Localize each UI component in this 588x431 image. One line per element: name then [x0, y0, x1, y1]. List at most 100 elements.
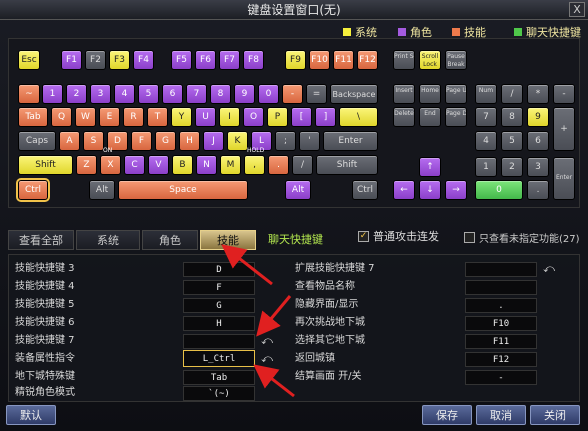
reset-icon[interactable]: ⤺ — [543, 263, 555, 275]
key-left-shift[interactable]: Shift — [18, 155, 73, 175]
key-left-alt[interactable]: Alt — [89, 180, 115, 200]
left-row-value[interactable]: G — [183, 298, 255, 313]
key-space[interactable]: Space — [118, 180, 248, 200]
key-num-plus[interactable]: + — [553, 107, 575, 151]
key-num-8[interactable]: 8 — [501, 107, 523, 127]
key-k[interactable]: K — [227, 131, 248, 151]
reset-icon[interactable]: ⤺ — [261, 335, 273, 347]
cancel-button[interactable]: 取消 — [476, 405, 526, 425]
key-period[interactable]: . — [268, 155, 289, 175]
key-backslash[interactable]: \ — [339, 107, 378, 127]
key-left-bracket[interactable]: [ — [291, 107, 312, 127]
default-button[interactable]: 默认 — [6, 405, 56, 425]
key-b[interactable]: B — [172, 155, 193, 175]
reset-icon[interactable]: ⤺ — [261, 353, 273, 365]
key-left-ctrl[interactable]: Ctrl — [16, 178, 50, 202]
key-right-ctrl[interactable]: Ctrl — [352, 180, 378, 200]
right-row-value[interactable]: . — [465, 298, 537, 313]
key-4[interactable]: 4 — [114, 84, 135, 104]
key-num-enter[interactable]: Enter — [553, 157, 575, 200]
key-num-2[interactable]: 2 — [501, 157, 523, 177]
key-f10[interactable]: F10 — [309, 50, 330, 70]
tab-all[interactable]: 查看全部 — [8, 230, 74, 250]
key-f12[interactable]: F12 — [357, 50, 378, 70]
key-1[interactable]: 1 — [42, 84, 63, 104]
key-f7[interactable]: F7 — [219, 50, 240, 70]
key-num-9[interactable]: 9 — [527, 107, 549, 127]
left-row-value[interactable]: H — [183, 316, 255, 331]
key-6[interactable]: 6 — [162, 84, 183, 104]
key-tab[interactable]: Tab — [18, 107, 48, 127]
save-button[interactable]: 保存 — [422, 405, 472, 425]
key-arrow-right[interactable]: → — [445, 180, 467, 200]
key-home[interactable]: Home — [419, 84, 441, 104]
key-print-screen[interactable]: Print Screen — [393, 50, 415, 70]
key-right-alt[interactable]: Alt — [285, 180, 311, 200]
key-u[interactable]: U — [195, 107, 216, 127]
unassigned-checkbox[interactable] — [464, 232, 475, 243]
key-num-3[interactable]: 3 — [527, 157, 549, 177]
key-t[interactable]: T — [147, 107, 168, 127]
left-row-value-selected[interactable]: L_Ctrl — [183, 350, 255, 367]
key-c[interactable]: C — [124, 155, 145, 175]
key-2[interactable]: 2 — [66, 84, 87, 104]
right-row-value[interactable]: - — [465, 370, 537, 385]
key-v[interactable]: V — [148, 155, 169, 175]
key-g[interactable]: G — [155, 131, 176, 151]
key-p[interactable]: P — [267, 107, 288, 127]
key-arrow-down[interactable]: ↓ — [419, 180, 441, 200]
key-quote[interactable]: ' — [299, 131, 320, 151]
key-slash[interactable]: / — [292, 155, 313, 175]
key-num-multiply[interactable]: * — [527, 84, 549, 104]
left-row-value[interactable]: F — [183, 280, 255, 295]
unassigned-only-option[interactable]: 只查看未指定功能(27) — [464, 230, 580, 245]
key-e[interactable]: E — [99, 107, 120, 127]
key-semicolon[interactable]: ; — [275, 131, 296, 151]
key-m[interactable]: M — [220, 155, 241, 175]
key-num-4[interactable]: 4 — [475, 131, 497, 151]
key-f4[interactable]: F4 — [133, 50, 154, 70]
close-button[interactable]: 关闭 — [530, 405, 580, 425]
key-f8[interactable]: F8 — [243, 50, 264, 70]
key-num-0[interactable]: 0 — [475, 180, 523, 200]
key-num-5[interactable]: 5 — [501, 131, 523, 151]
key-h[interactable]: H — [179, 131, 200, 151]
key-f11[interactable]: F11 — [333, 50, 354, 70]
key-y[interactable]: Y — [171, 107, 192, 127]
key-i[interactable]: I — [219, 107, 240, 127]
left-row-value[interactable]: `(~) — [183, 386, 255, 401]
key-s[interactable]: S — [83, 131, 104, 151]
key-a[interactable]: A — [59, 131, 80, 151]
key-f[interactable]: F — [131, 131, 152, 151]
left-row-value[interactable]: Tab — [183, 370, 255, 385]
key-o[interactable]: O — [243, 107, 264, 127]
key-f1[interactable]: F1 — [61, 50, 82, 70]
key-page-up[interactable]: Page Up — [445, 84, 467, 104]
key-f5[interactable]: F5 — [171, 50, 192, 70]
key-j[interactable]: J — [203, 131, 224, 151]
key-w[interactable]: W — [75, 107, 96, 127]
right-row-value[interactable] — [465, 262, 537, 277]
key-z[interactable]: Z — [76, 155, 97, 175]
key-f2[interactable]: F2 — [85, 50, 106, 70]
key-arrow-up[interactable]: ↑ — [419, 157, 441, 177]
key-minus[interactable]: - — [282, 84, 303, 104]
key-equals[interactable]: = — [306, 84, 327, 104]
key-f3[interactable]: F3 — [109, 50, 130, 70]
key-9[interactable]: 9 — [234, 84, 255, 104]
key-tilde[interactable]: ~ — [18, 84, 40, 104]
right-row-value[interactable]: F12 — [465, 352, 537, 367]
key-end[interactable]: End — [419, 107, 441, 127]
key-3[interactable]: 3 — [90, 84, 111, 104]
key-q[interactable]: Q — [51, 107, 72, 127]
basic-attack-repeat-option[interactable]: ✓ 普通攻击连发 — [358, 228, 439, 244]
key-arrow-left[interactable]: ← — [393, 180, 415, 200]
key-scroll-lock[interactable]: Scroll Lock — [419, 50, 441, 70]
left-row-value[interactable] — [183, 334, 255, 349]
basic-attack-checkbox[interactable]: ✓ — [358, 230, 369, 242]
key-8[interactable]: 8 — [210, 84, 231, 104]
key-f9[interactable]: F9 — [285, 50, 306, 70]
tab-chat-shortcuts[interactable]: 聊天快捷键 — [258, 230, 333, 250]
key-5[interactable]: 5 — [138, 84, 159, 104]
key-n[interactable]: N — [196, 155, 217, 175]
